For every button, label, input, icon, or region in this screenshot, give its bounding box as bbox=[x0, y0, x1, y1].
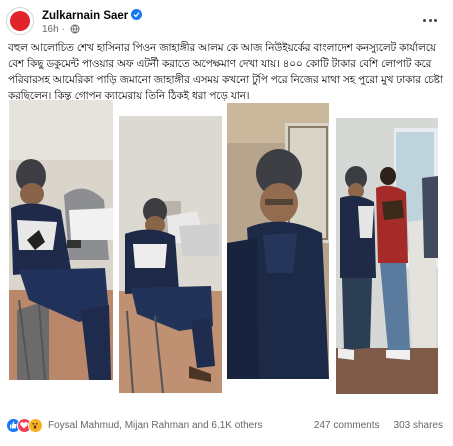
more-options-icon[interactable] bbox=[421, 11, 439, 29]
post-footer: Foysal Mahmud, Mijan Rahman and 6.1K oth… bbox=[6, 416, 447, 438]
photo-2-image bbox=[119, 116, 222, 393]
author-name[interactable]: Zulkarnain Saer bbox=[42, 10, 128, 22]
photo-3-image bbox=[227, 103, 329, 379]
post-photo-1[interactable] bbox=[9, 100, 113, 380]
post-caption: বহুল আলোচিত শেখ হাসিনার পিওন জাহাঙ্গীর আ… bbox=[8, 42, 443, 102]
photo-grid bbox=[6, 100, 447, 396]
author-avatar[interactable] bbox=[6, 7, 34, 35]
comments-count[interactable]: 247 comments bbox=[314, 420, 380, 431]
globe-icon bbox=[70, 24, 80, 37]
engagement-counts: 247 comments 303 shares bbox=[300, 420, 443, 431]
post-meta: 16h · bbox=[42, 24, 80, 37]
photo-1-image bbox=[9, 100, 113, 380]
verified-badge-icon bbox=[131, 9, 143, 20]
post-photo-4[interactable] bbox=[336, 118, 438, 394]
shares-count[interactable]: 303 shares bbox=[394, 420, 443, 431]
photo-4-image bbox=[336, 118, 438, 394]
post-time[interactable]: 16h bbox=[42, 24, 59, 35]
post-photo-2[interactable] bbox=[119, 116, 222, 393]
avatar-red-circle bbox=[10, 11, 30, 31]
wow-reaction-icon bbox=[28, 418, 43, 433]
post-photo-3[interactable] bbox=[227, 103, 329, 379]
author-name-row: Zulkarnain Saer bbox=[42, 9, 143, 22]
meta-separator: · bbox=[61, 24, 65, 35]
facebook-post: Zulkarnain Saer 16h · বহুল আলোচিত শেখ হা… bbox=[0, 0, 453, 446]
post-header: Zulkarnain Saer 16h · bbox=[6, 7, 445, 37]
reaction-icons[interactable] bbox=[6, 418, 50, 434]
reaction-names[interactable]: Foysal Mahmud, Mijan Rahman and 6.1K oth… bbox=[48, 420, 263, 431]
